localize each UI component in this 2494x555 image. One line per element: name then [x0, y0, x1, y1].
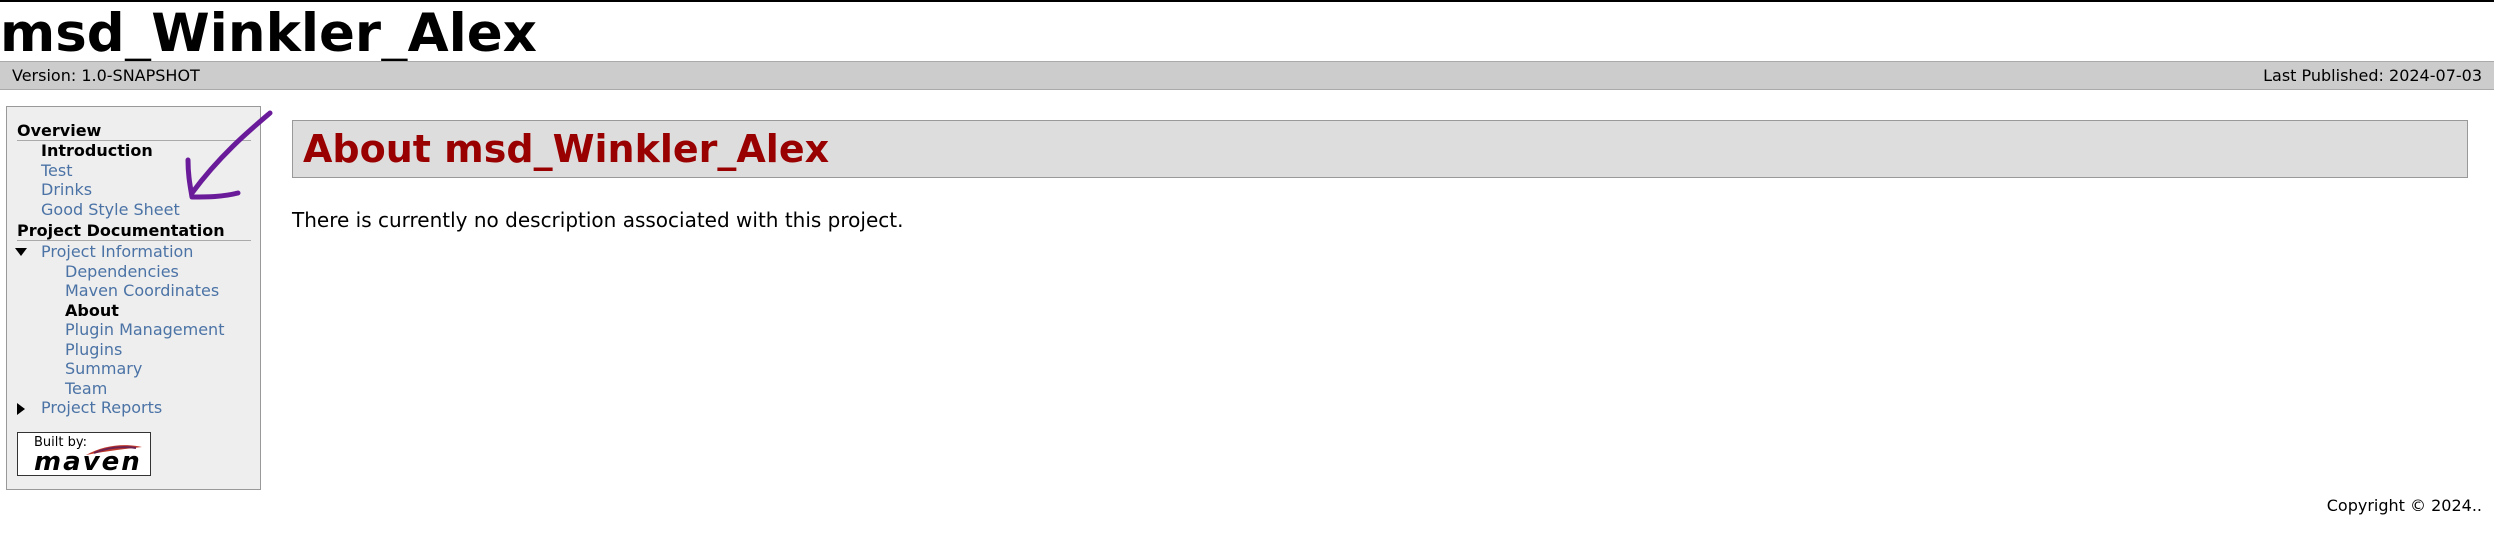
nav-item-plugin-management[interactable]: Plugin Management: [65, 320, 224, 339]
nav-item-summary[interactable]: Summary: [65, 359, 142, 378]
nav-item-project-reports[interactable]: Project Reports: [41, 398, 162, 417]
page-title: About msd_Winkler_Alex: [303, 127, 830, 171]
expanded-triangle-icon[interactable]: [15, 248, 27, 256]
nav-item-team[interactable]: Team: [65, 379, 107, 398]
collapsed-triangle-icon[interactable]: [17, 403, 25, 415]
banner: msd_Winkler_Alex: [0, 4, 537, 64]
nav-item-drinks[interactable]: Drinks: [41, 180, 92, 199]
breadcrumb-bar: Version: 1.0-SNAPSHOT Last Published: 20…: [0, 61, 2494, 90]
nav-item-maven-coordinates[interactable]: Maven Coordinates: [65, 281, 219, 300]
site-title: msd_Winkler_Alex: [0, 3, 537, 64]
project-description: There is currently no description associ…: [292, 208, 904, 232]
last-published-label: Last Published: 2024-07-03: [2263, 66, 2482, 85]
nav-heading-project-documentation: Project Documentation: [17, 221, 251, 241]
version-label: Version: 1.0-SNAPSHOT: [12, 66, 200, 85]
nav-item-project-information[interactable]: Project Information: [41, 242, 193, 261]
nav-item-introduction: Introduction: [41, 141, 153, 160]
built-by-maven-badge[interactable]: Built by: maven: [17, 432, 151, 477]
nav-item-test[interactable]: Test: [41, 161, 73, 180]
top-border: [0, 0, 2494, 2]
nav-item-good-style-sheet[interactable]: Good Style Sheet: [41, 200, 180, 219]
content-section-header: About msd_Winkler_Alex: [292, 120, 2468, 178]
maven-logo-text: maven: [34, 447, 142, 477]
hand-drawn-arrow-icon: [185, 110, 273, 200]
nav-item-dependencies[interactable]: Dependencies: [65, 262, 179, 281]
nav-item-about: About: [65, 301, 119, 320]
nav-item-plugins[interactable]: Plugins: [65, 340, 122, 359]
footer-copyright: Copyright © 2024..: [2326, 496, 2482, 515]
